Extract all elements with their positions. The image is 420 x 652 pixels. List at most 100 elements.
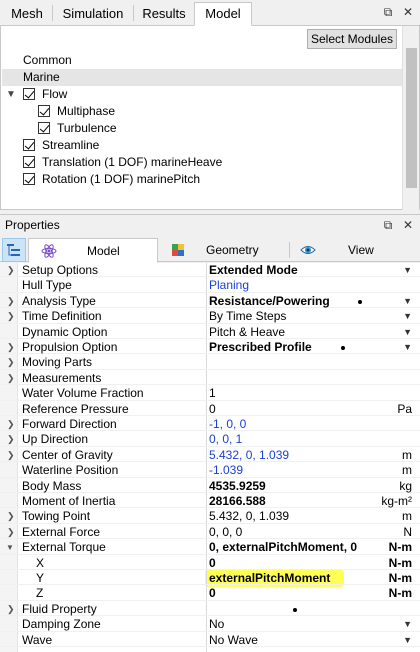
scrollbar-thumb[interactable] <box>406 48 417 188</box>
prop-value[interactable]: 4535.9259 <box>209 479 266 494</box>
prop-row-damping-zone[interactable]: Damping Zone No ▼ <box>0 617 420 632</box>
prop-row-reference-pressure[interactable]: Reference Pressure 0 Pa <box>0 402 420 416</box>
prop-row-torque-x[interactable]: X 0 N-m <box>0 556 420 570</box>
chevron-down-icon[interactable]: ▼ <box>6 86 16 103</box>
chevron-right-icon[interactable]: ❯ <box>7 309 15 324</box>
prop-value[interactable]: 28166.588 <box>209 494 266 509</box>
dropdown-arrow-icon[interactable]: ▼ <box>403 294 412 309</box>
tree-item-multiphase[interactable]: Multiphase <box>2 103 402 120</box>
chevron-right-icon[interactable]: ❯ <box>7 432 15 447</box>
tab-model[interactable]: Model <box>194 2 252 26</box>
chevron-right-icon[interactable]: ❯ <box>7 509 15 524</box>
tab-mesh[interactable]: Mesh <box>2 2 52 26</box>
chevron-right-icon[interactable]: ❯ <box>7 355 15 370</box>
prop-value[interactable]: 0, 0, 1 <box>209 432 242 447</box>
prop-value[interactable]: 0 <box>209 402 216 417</box>
prop-row-fluid-property[interactable]: ❯ Fluid Property <box>0 602 420 617</box>
dropdown-arrow-icon[interactable]: ▼ <box>403 617 412 632</box>
prop-value[interactable]: 5.432, 0, 1.039 <box>209 509 289 524</box>
prop-name: Moment of Inertia <box>22 494 116 508</box>
vertical-scrollbar[interactable] <box>402 26 419 210</box>
tree-item-common[interactable]: Common <box>2 52 402 69</box>
chevron-right-icon[interactable]: ❯ <box>7 294 15 309</box>
sort-toggle-button[interactable] <box>2 238 26 262</box>
prop-row-up-direction[interactable]: ❯ Up Direction 0, 0, 1 <box>0 432 420 447</box>
prop-value[interactable]: 0 <box>209 586 216 601</box>
dropdown-arrow-icon[interactable]: ▼ <box>403 340 412 355</box>
chevron-right-icon[interactable]: ❯ <box>7 340 15 355</box>
tab-results[interactable]: Results <box>134 2 194 26</box>
prop-value[interactable]: Pitch & Heave <box>209 325 285 340</box>
prop-value[interactable]: No <box>209 617 224 632</box>
prop-row-water-volume-fraction[interactable]: Water Volume Fraction 1 <box>0 386 420 401</box>
chevron-right-icon[interactable]: ❯ <box>7 371 15 386</box>
tree-item-marine[interactable]: Marine <box>2 69 402 86</box>
dropdown-arrow-icon[interactable]: ▼ <box>403 309 412 324</box>
flow-checkbox[interactable] <box>23 88 35 100</box>
prop-row-towing-point[interactable]: ❯ Towing Point 5.432, 0, 1.039 m <box>0 509 420 524</box>
prop-value[interactable]: 1 <box>209 386 216 401</box>
tree-item-translation[interactable]: Translation (1 DOF) marineHeave <box>2 154 402 171</box>
prop-row-external-torque[interactable]: ▼ External Torque 0, externalPitchMoment… <box>0 540 420 555</box>
tab-properties-model[interactable]: Model <box>28 238 158 263</box>
close-icon[interactable]: ✕ <box>401 5 415 19</box>
tree-item-turbulence[interactable]: Turbulence <box>2 120 402 137</box>
tab-label: Model <box>87 244 120 258</box>
multiphase-checkbox[interactable] <box>38 105 50 117</box>
prop-row-analysis-type[interactable]: ❯ Analysis Type Resistance/Powering ▼ <box>0 294 420 309</box>
prop-row-propulsion-option[interactable]: ❯ Propulsion Option Prescribed Profile ▼ <box>0 340 420 355</box>
tab-properties-view[interactable]: View <box>290 238 410 262</box>
select-modules-button[interactable]: Select Modules <box>307 29 397 49</box>
tree-item-label: Common <box>23 53 72 67</box>
prop-value[interactable]: 0 <box>209 556 216 571</box>
close-icon[interactable]: ✕ <box>401 218 415 232</box>
prop-row-dynamic-option[interactable]: Dynamic Option Pitch & Heave ▼ <box>0 325 420 339</box>
prop-row-center-of-gravity[interactable]: ❯ Center of Gravity 5.432, 0, 1.039 m <box>0 448 420 463</box>
chevron-right-icon[interactable]: ❯ <box>7 417 15 432</box>
float-window-icon[interactable]: ⧉ <box>381 218 395 233</box>
rotation-checkbox[interactable] <box>23 173 35 185</box>
prop-row-moving-parts[interactable]: ❯ Moving Parts <box>0 355 420 370</box>
prop-value[interactable]: 5.432, 0, 1.039 <box>209 448 289 463</box>
chevron-down-icon[interactable]: ▼ <box>6 540 14 555</box>
tree-item-flow[interactable]: ▼ Flow <box>2 86 402 103</box>
chevron-right-icon[interactable]: ❯ <box>7 448 15 463</box>
prop-value[interactable]: No Wave <box>209 633 258 648</box>
float-window-icon[interactable]: ⧉ <box>381 5 395 20</box>
tree-item-rotation[interactable]: Rotation (1 DOF) marinePitch <box>2 171 402 188</box>
prop-value[interactable]: -1.039 <box>209 463 243 478</box>
dropdown-arrow-icon[interactable]: ▼ <box>403 325 412 340</box>
prop-row-measurements[interactable]: ❯ Measurements <box>0 371 420 386</box>
prop-row-waterline-position[interactable]: Waterline Position -1.039 m <box>0 463 420 478</box>
tab-properties-geometry[interactable]: Geometry <box>160 238 288 262</box>
prop-row-torque-y[interactable]: Y externalPitchMoment N-m <box>0 571 420 586</box>
streamline-checkbox[interactable] <box>23 139 35 151</box>
prop-row-body-mass[interactable]: Body Mass 4535.9259 kg <box>0 479 420 493</box>
prop-row-forward-direction[interactable]: ❯ Forward Direction -1, 0, 0 <box>0 417 420 432</box>
prop-value[interactable]: 0, externalPitchMoment, 0 <box>209 540 357 555</box>
prop-row-external-force[interactable]: ❯ External Force 0, 0, 0 N <box>0 525 420 540</box>
prop-row-wave[interactable]: Wave No Wave ▼ <box>0 633 420 647</box>
chevron-right-icon[interactable]: ❯ <box>7 602 15 617</box>
dropdown-arrow-icon[interactable]: ▼ <box>403 633 412 648</box>
prop-row-moment-of-inertia[interactable]: Moment of Inertia 28166.588 kg-m² <box>0 494 420 509</box>
tree-item-streamline[interactable]: Streamline <box>2 137 402 154</box>
prop-value[interactable]: Prescribed Profile <box>209 340 312 355</box>
prop-value[interactable]: By Time Steps <box>209 309 286 324</box>
prop-value[interactable]: Planing <box>209 278 249 293</box>
translation-checkbox[interactable] <box>23 156 35 168</box>
prop-row-hull-type[interactable]: Hull Type Planing <box>0 278 420 293</box>
chevron-right-icon[interactable]: ❯ <box>7 525 15 540</box>
dropdown-arrow-icon[interactable]: ▼ <box>403 263 412 278</box>
prop-row-setup-options[interactable]: ❯ Setup Options Extended Mode ▼ <box>0 263 420 278</box>
chevron-right-icon[interactable]: ❯ <box>7 263 15 278</box>
prop-value[interactable]: Extended Mode <box>209 263 298 278</box>
turbulence-checkbox[interactable] <box>38 122 50 134</box>
prop-value[interactable]: externalPitchMoment <box>209 571 330 586</box>
tab-simulation[interactable]: Simulation <box>53 2 133 26</box>
prop-value[interactable]: Resistance/Powering <box>209 294 330 309</box>
prop-value[interactable]: 0, 0, 0 <box>209 525 242 540</box>
prop-row-time-definition[interactable]: ❯ Time Definition By Time Steps ▼ <box>0 309 420 324</box>
prop-value[interactable]: -1, 0, 0 <box>209 417 246 432</box>
prop-row-torque-z[interactable]: Z 0 N-m <box>0 586 420 601</box>
